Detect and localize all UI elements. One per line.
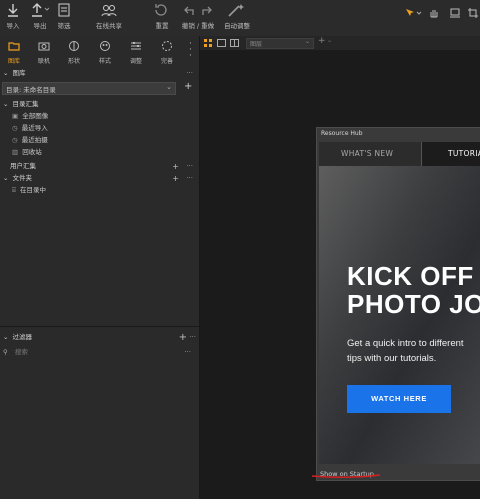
camera-icon: [38, 42, 50, 51]
chevron-down-icon: ⌄: [3, 100, 9, 108]
crop-tool-icon[interactable]: [467, 7, 479, 19]
catalog-select[interactable]: 目录: 未命名目录 ⌄: [2, 82, 176, 95]
filter-button[interactable]: 筛选: [55, 3, 73, 30]
module-enhance[interactable]: 完善: [153, 40, 181, 65]
list-item[interactable]: ▥ 回收站: [0, 147, 199, 158]
auto-adjust-button[interactable]: 自动调整: [222, 3, 252, 30]
import-icon: [8, 4, 18, 17]
add-folder-button[interactable]: +: [172, 173, 179, 184]
folder-icon: ⌸: [12, 186, 16, 194]
add-collection-button[interactable]: +: [172, 161, 179, 172]
add-filter-button[interactable]: +: [179, 332, 187, 343]
library-header[interactable]: ⌄ 图库 ···: [0, 68, 199, 79]
dialog-title: Resource Hub: [321, 130, 363, 137]
hero-intro: Get a quick intro to different tips with…: [347, 338, 464, 364]
reset-button[interactable]: 重置: [151, 3, 173, 30]
single-view-icon[interactable]: [217, 39, 226, 47]
search-icon: ⚲: [3, 348, 8, 356]
add-catalog-button[interactable]: +: [184, 81, 192, 92]
filter-search[interactable]: ⚲ 搜索 ···: [0, 347, 199, 358]
hero-banner: KICK OFF PHOTO JO Get a quick intro to d…: [319, 166, 480, 464]
folders-header[interactable]: ⌄ 文件夹 + ···: [0, 173, 199, 184]
export-button[interactable]: 导出: [27, 3, 53, 30]
filter-header[interactable]: ⌄ 过滤器 + ···: [0, 332, 199, 343]
trash-icon: ▥: [12, 148, 19, 156]
hub-tabs: WHAT'S NEW TUTORIA: [319, 142, 480, 166]
export-icon: [32, 3, 49, 17]
sliders-icon: [131, 42, 141, 50]
list-item[interactable]: ◷ 最近拍摄: [0, 135, 199, 146]
chevron-down-icon: ⌄: [3, 333, 9, 341]
hand-tool-icon[interactable]: [428, 7, 440, 19]
divider: [0, 326, 199, 327]
module-shape[interactable]: 形状: [60, 40, 88, 65]
catalog-collections-header[interactable]: ⌄ 目录汇集: [0, 99, 199, 110]
tab-whats-new[interactable]: WHAT'S NEW: [341, 142, 393, 166]
undo-redo-button[interactable]: 撤销 / 重做: [181, 3, 215, 30]
chevron-down-icon[interactable]: ⌄: [327, 37, 332, 44]
people-icon: [101, 5, 117, 17]
layer-select[interactable]: 图层 ⌄: [246, 38, 314, 49]
more-icon[interactable]: ···: [186, 161, 193, 172]
more-icon[interactable]: ···: [189, 332, 196, 343]
magic-wand-icon: [228, 4, 244, 17]
more-icon[interactable]: ···: [189, 40, 192, 61]
list-item[interactable]: ◷ 最近导入: [0, 123, 199, 134]
images-icon: ▣: [12, 112, 19, 120]
filter-icon: [58, 3, 70, 17]
more-icon[interactable]: ···: [186, 68, 193, 79]
list-item[interactable]: ▣ 全部图像: [0, 111, 199, 122]
folder-item[interactable]: ⌸ 在目录中: [0, 185, 199, 196]
chevron-down-icon: ⌄: [3, 174, 9, 182]
module-online[interactable]: 联机: [30, 40, 58, 65]
more-icon[interactable]: ···: [184, 347, 191, 358]
left-panel: 图库 联机 形状 样式 调整 完善 · · · ⌄ 图库 ··· 目录: 未命名目录…: [0, 36, 200, 499]
chevron-down-icon: ⌄: [166, 83, 172, 91]
resource-hub-dialog: Resource Hub WHAT'S NEW TUTORIA KICK OFF…: [316, 127, 480, 481]
module-style[interactable]: 样式: [91, 40, 119, 65]
enhance-icon: [162, 41, 172, 51]
clock-icon: ◷: [12, 136, 18, 144]
stamp-tool-icon[interactable]: [449, 7, 461, 19]
import-button[interactable]: 导入: [4, 3, 22, 30]
view-toolbar: 图层 ⌄ + ⌄: [200, 36, 480, 50]
clock-icon: ◷: [12, 124, 18, 132]
folder-icon: [8, 42, 20, 51]
shape-icon: [69, 41, 79, 51]
chevron-down-icon: ⌄: [304, 38, 310, 45]
add-view-button[interactable]: +: [318, 36, 326, 46]
undo-redo-icon: [184, 6, 212, 15]
hero-headline: KICK OFF PHOTO JO: [347, 261, 480, 319]
top-toolbar: 导入 导出 筛选 在线共享 重置 撤销 / 重做 自动调整: [0, 0, 480, 37]
compare-view-icon[interactable]: [230, 39, 239, 47]
reset-icon: [155, 4, 167, 16]
tab-tutorials[interactable]: TUTORIA: [421, 142, 480, 166]
style-icon: [100, 41, 110, 51]
chevron-down-icon[interactable]: [416, 10, 422, 16]
module-library[interactable]: 图库: [0, 40, 28, 65]
watch-here-button[interactable]: WATCH HERE: [347, 385, 451, 413]
module-adjust[interactable]: 调整: [122, 40, 150, 65]
chevron-down-icon: ⌄: [3, 69, 9, 77]
cursor-tool-icon[interactable]: [404, 7, 416, 19]
annotation-underline: [311, 474, 381, 479]
more-icon[interactable]: ···: [186, 173, 193, 184]
online-share-button[interactable]: 在线共享: [94, 3, 124, 30]
user-collections-header[interactable]: 用户汇集 + ···: [0, 161, 199, 172]
grid-view-icon[interactable]: [204, 39, 212, 47]
